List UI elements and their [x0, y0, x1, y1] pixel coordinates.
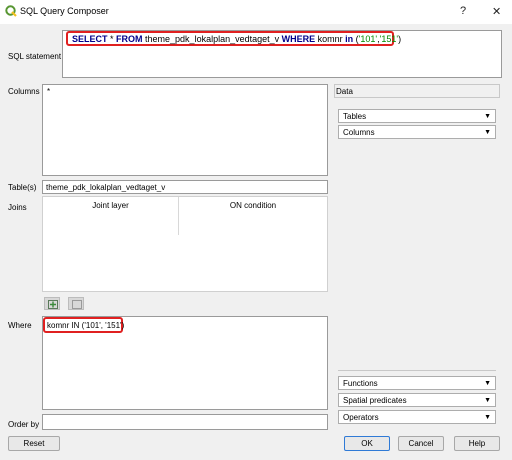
- sql-statement-text: SELECT * FROM theme_pdk_lokalplan_vedtag…: [72, 34, 402, 44]
- columns-editor[interactable]: *: [42, 84, 328, 176]
- joins-header-joint-layer[interactable]: Joint layer: [43, 197, 179, 235]
- data-group-header: Data: [334, 84, 500, 98]
- add-join-button[interactable]: [44, 297, 60, 310]
- cancel-button[interactable]: Cancel: [398, 436, 444, 451]
- order-by-input[interactable]: [42, 414, 328, 430]
- sql-statement-label: SQL statement: [8, 52, 62, 61]
- columns-value: *: [47, 87, 51, 96]
- help-button[interactable]: Help: [454, 436, 500, 451]
- ok-button[interactable]: OK: [344, 436, 390, 451]
- tables-label: Table(s): [8, 183, 37, 192]
- spatial-predicates-combo[interactable]: Spatial predicates ▼: [338, 393, 496, 407]
- order-by-label: Order by: [8, 420, 40, 429]
- tables-value: theme_pdk_lokalplan_vedtaget_v: [46, 183, 166, 192]
- where-label: Where: [8, 321, 32, 330]
- where-value: komnr IN ('101', '151'): [47, 321, 125, 330]
- columns-label: Columns: [8, 87, 40, 96]
- tables-combo[interactable]: Tables ▼: [338, 109, 496, 123]
- data-group-label: Data: [336, 87, 353, 96]
- sql-statement-editor[interactable]: SELECT * FROM theme_pdk_lokalplan_vedtag…: [62, 30, 502, 78]
- where-editor[interactable]: komnr IN ('101', '151'): [42, 316, 328, 410]
- reset-button[interactable]: Reset: [8, 436, 60, 451]
- joins-label: Joins: [8, 203, 27, 212]
- tables-input[interactable]: theme_pdk_lokalplan_vedtaget_v: [42, 180, 328, 194]
- remove-icon: [72, 300, 82, 309]
- operators-combo[interactable]: Operators ▼: [338, 410, 496, 424]
- chevron-down-icon: ▼: [484, 397, 491, 404]
- close-icon[interactable]: ✕: [492, 5, 501, 18]
- remove-join-button[interactable]: [68, 297, 84, 310]
- joins-header-on-condition[interactable]: ON condition: [179, 197, 327, 235]
- chevron-down-icon: ▼: [484, 414, 491, 421]
- help-icon[interactable]: ?: [460, 5, 466, 17]
- add-icon: [48, 300, 58, 309]
- chevron-down-icon: ▼: [484, 113, 491, 120]
- joins-table[interactable]: Joint layer ON condition: [42, 196, 328, 292]
- divider: [338, 370, 496, 371]
- chevron-down-icon: ▼: [484, 129, 491, 136]
- qgis-logo-icon: [5, 5, 17, 17]
- chevron-down-icon: ▼: [484, 380, 491, 387]
- window-title: SQL Query Composer: [20, 6, 109, 16]
- functions-combo[interactable]: Functions ▼: [338, 376, 496, 390]
- columns-combo[interactable]: Columns ▼: [338, 125, 496, 139]
